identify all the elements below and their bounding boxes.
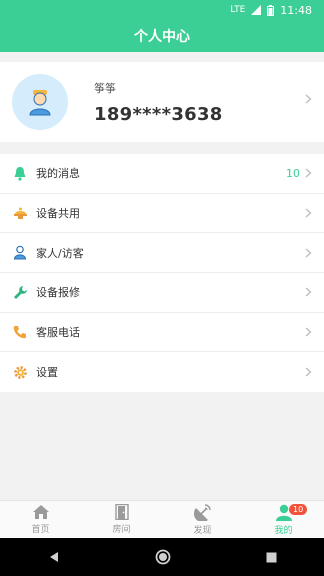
avatar[interactable] xyxy=(12,74,68,130)
menu-item-settings[interactable]: 设置 xyxy=(0,352,324,392)
status-bar: LTE 11:48 xyxy=(0,0,324,20)
unread-badge: 10 xyxy=(289,504,308,515)
menu-item-family-visitor[interactable]: 家人/访客 xyxy=(0,233,324,274)
discover-icon xyxy=(193,503,211,521)
tab-label: 我的 xyxy=(274,525,293,536)
back-icon[interactable] xyxy=(48,551,60,563)
tab-label: 发现 xyxy=(193,525,212,536)
person-icon xyxy=(12,245,28,261)
door-icon xyxy=(114,504,129,520)
chevron-right-icon xyxy=(305,248,312,258)
menu-item-label: 设备共用 xyxy=(36,207,80,221)
tab-mine[interactable]: 我的 10 xyxy=(243,501,324,538)
menu-item-messages[interactable]: 我的消息 10 xyxy=(0,154,324,194)
avatar-icon xyxy=(29,90,51,116)
wrench-icon xyxy=(12,284,28,300)
tab-room[interactable]: 房间 xyxy=(81,501,162,538)
clock: 11:48 xyxy=(280,3,312,17)
menu-item-service-phone[interactable]: 客服电话 xyxy=(0,313,324,353)
tab-label: 首页 xyxy=(31,525,50,535)
phone-number: 189****3638 xyxy=(94,103,223,125)
page-title: 个人中心 xyxy=(0,20,324,52)
nickname: 筝筝 xyxy=(94,81,116,95)
device-share-icon xyxy=(12,205,28,221)
chevron-right-icon xyxy=(305,287,312,297)
bell-icon xyxy=(12,165,28,181)
network-indicator: LTE xyxy=(230,5,246,15)
home-button-icon[interactable] xyxy=(155,549,171,565)
profile-card[interactable]: 筝筝 189****3638 xyxy=(0,62,324,142)
tab-discover[interactable]: 发现 xyxy=(162,501,243,538)
chevron-right-icon xyxy=(305,367,312,377)
system-nav-bar xyxy=(0,538,324,576)
signal-icon xyxy=(251,5,262,15)
phone-icon xyxy=(12,324,28,340)
menu-item-label: 客服电话 xyxy=(36,326,80,340)
tab-label: 房间 xyxy=(112,525,131,535)
chevron-right-icon xyxy=(305,208,312,218)
recents-icon[interactable] xyxy=(266,552,277,563)
battery-icon xyxy=(267,4,275,16)
menu-list: 我的消息 10 设备共用 家人/访客 设备报修 客服电话 设置 xyxy=(0,154,324,393)
chevron-right-icon xyxy=(305,168,312,178)
home-icon xyxy=(32,505,49,519)
message-count: 10 xyxy=(286,166,300,180)
menu-item-device-share[interactable]: 设备共用 xyxy=(0,194,324,234)
chevron-right-icon xyxy=(305,327,312,337)
menu-item-label: 我的消息 xyxy=(36,167,80,181)
gear-icon xyxy=(12,364,28,380)
tab-home[interactable]: 首页 xyxy=(0,501,81,538)
menu-item-repair[interactable]: 设备报修 xyxy=(0,273,324,313)
menu-item-label: 设置 xyxy=(36,366,58,380)
menu-item-label: 设备报修 xyxy=(36,286,80,300)
bottom-tab-bar: 首页 房间 发现 我的 10 xyxy=(0,500,324,538)
chevron-right-icon xyxy=(305,94,312,104)
menu-item-label: 家人/访客 xyxy=(36,246,84,260)
